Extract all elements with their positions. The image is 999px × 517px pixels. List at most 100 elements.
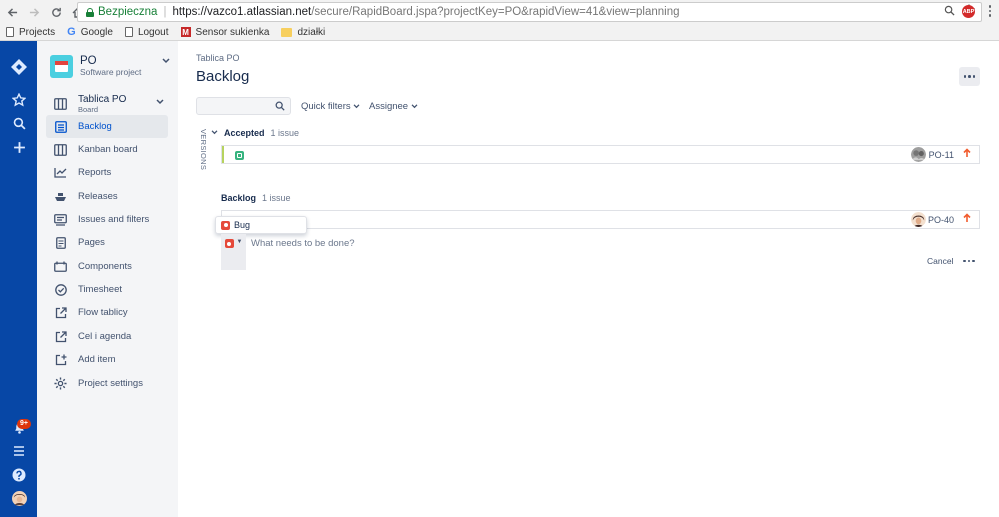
- assignee-avatar: [911, 147, 926, 162]
- sidebar-item-cel-i-agenda[interactable]: Cel i agenda: [46, 325, 168, 348]
- breadcrumb[interactable]: Tablica PO: [196, 53, 240, 63]
- sidebar-item-pages[interactable]: Pages: [46, 231, 168, 254]
- chevron-down-icon: [411, 101, 418, 112]
- sidebar-item-label: Kanban board: [78, 144, 138, 155]
- issues-icon: [54, 213, 67, 226]
- project-type: Software project: [80, 67, 142, 77]
- starred-icon[interactable]: [9, 90, 29, 110]
- project-avatar: [50, 55, 73, 78]
- sidebar-item-label: Components: [78, 261, 132, 272]
- caret-down-icon: ▼: [236, 239, 243, 245]
- board-icon: [54, 98, 67, 111]
- search-input[interactable]: [196, 97, 291, 115]
- story-icon: [235, 151, 244, 160]
- issue-key[interactable]: PO-11: [929, 150, 954, 160]
- issue-type-picker[interactable]: ▼: [221, 234, 246, 270]
- bookmark-projects[interactable]: Projects: [6, 27, 55, 38]
- create-more-icon[interactable]: [963, 256, 975, 266]
- bookmark-google[interactable]: G Google: [67, 26, 113, 38]
- assignee-dropdown[interactable]: Assignee: [369, 101, 418, 112]
- url-divider: |: [163, 6, 167, 18]
- sidebar-item-project-settings[interactable]: Project settings: [46, 372, 168, 395]
- zoom-icon[interactable]: [944, 5, 955, 19]
- url-path: /secure/RapidBoard.jspa?projectKey=PO&ra…: [311, 6, 680, 18]
- create-icon[interactable]: [9, 137, 29, 157]
- epic-color-bar: [222, 146, 224, 163]
- sidebar-item-label: Cel i agenda: [78, 331, 132, 342]
- user-avatar[interactable]: [9, 488, 29, 508]
- backlog-name: Backlog: [221, 193, 257, 203]
- external-link-icon: [54, 306, 67, 319]
- pages-icon: [54, 236, 67, 249]
- google-icon: G: [67, 26, 76, 38]
- chevron-down-icon[interactable]: [162, 57, 170, 66]
- chevron-down-icon: [353, 101, 360, 112]
- page-icon: [124, 27, 133, 37]
- sidebar-item-issues-and-filters[interactable]: Issues and filters: [46, 208, 168, 231]
- issue-row[interactable]: PO-40: [221, 210, 980, 229]
- forward-icon[interactable]: [24, 2, 44, 22]
- issue-count: 1 issue: [270, 128, 300, 138]
- chevron-down-icon[interactable]: [156, 98, 164, 107]
- sprint-name: Accepted: [224, 128, 265, 138]
- cancel-button[interactable]: Cancel: [927, 256, 953, 266]
- sidebar-item-backlog[interactable]: Backlog: [46, 115, 168, 138]
- lock-icon: [86, 7, 94, 17]
- reports-icon: [54, 166, 67, 179]
- sidebar-item-components[interactable]: Components: [46, 255, 168, 278]
- ship-icon: [54, 190, 67, 203]
- chevron-down-icon[interactable]: [211, 129, 218, 137]
- issue-type-option-bug[interactable]: Bug: [215, 216, 307, 234]
- sidebar-item-kanban-board[interactable]: Kanban board: [46, 138, 168, 161]
- help-icon[interactable]: [9, 465, 29, 485]
- sidebar-item-flow-tablicy[interactable]: Flow tablicy: [46, 301, 168, 324]
- sidebar-item-label: Backlog: [78, 121, 112, 132]
- issue-key[interactable]: PO-40: [928, 215, 954, 225]
- bookmark-dzialki[interactable]: działki: [281, 27, 325, 38]
- bookmark-logout[interactable]: Logout: [124, 27, 169, 38]
- jira-logo-icon[interactable]: [9, 57, 29, 77]
- main-content: Tablica PO Backlog Quick filters Assigne…: [178, 41, 999, 517]
- folder-icon: [281, 27, 293, 37]
- sidebar-item-label: Flow tablicy: [78, 307, 128, 318]
- reload-icon[interactable]: [46, 2, 66, 22]
- backlog-header[interactable]: Backlog 1 issue: [221, 193, 291, 203]
- board-selector[interactable]: Tablica PO Board: [46, 92, 168, 116]
- sidebar-item-add-item[interactable]: Add item: [46, 348, 168, 371]
- sidebar-item-label: Timesheet: [78, 284, 122, 295]
- browser-toolbar: Bezpieczna | https://vazco1.atlassian.ne…: [0, 0, 999, 24]
- sidebar-item-releases[interactable]: Releases: [46, 185, 168, 208]
- inline-create: ▼ What needs to be done? Cancel: [221, 234, 980, 270]
- issue-row[interactable]: PO-11: [221, 145, 980, 164]
- page-icon: [6, 27, 14, 37]
- issue-type-label: Bug: [234, 220, 251, 230]
- sidebar-item-timesheet[interactable]: Timesheet: [46, 278, 168, 301]
- accepted-sprint-header[interactable]: Accepted 1 issue: [211, 128, 299, 138]
- external-link-icon: [54, 330, 67, 343]
- issue-count: 1 issue: [262, 193, 291, 203]
- board-name: Tablica PO: [78, 93, 127, 105]
- sidebar-item-reports[interactable]: Reports: [46, 161, 168, 184]
- create-issue-input[interactable]: What needs to be done?: [251, 238, 355, 249]
- components-icon: [54, 260, 67, 273]
- back-icon[interactable]: [2, 2, 22, 22]
- adblock-icon[interactable]: ABP: [962, 5, 975, 18]
- address-bar[interactable]: Bezpieczna | https://vazco1.atlassian.ne…: [77, 2, 982, 22]
- add-item-icon: [54, 353, 67, 366]
- more-actions-button[interactable]: [959, 67, 980, 86]
- quick-filters-dropdown[interactable]: Quick filters: [301, 101, 360, 112]
- project-header[interactable]: PO Software project: [50, 55, 170, 78]
- browser-menu-icon[interactable]: [985, 3, 995, 19]
- search-icon[interactable]: [9, 113, 29, 133]
- bookmark-sensor[interactable]: M Sensor sukienka: [180, 27, 269, 38]
- project-name: PO: [80, 55, 97, 67]
- url-host: https://vazco1.atlassian.net: [172, 6, 312, 18]
- menu-icon[interactable]: [9, 441, 29, 461]
- sidebar-item-label: Reports: [78, 167, 112, 178]
- gear-icon: [54, 377, 67, 390]
- versions-panel-toggle[interactable]: VERSIONS: [196, 129, 208, 170]
- bookmarks-bar: Projects G Google Logout M Sensor sukienka…: [0, 24, 999, 41]
- check-circle-icon: [54, 283, 67, 296]
- priority-high-icon: [963, 148, 971, 161]
- bug-icon: [221, 220, 230, 230]
